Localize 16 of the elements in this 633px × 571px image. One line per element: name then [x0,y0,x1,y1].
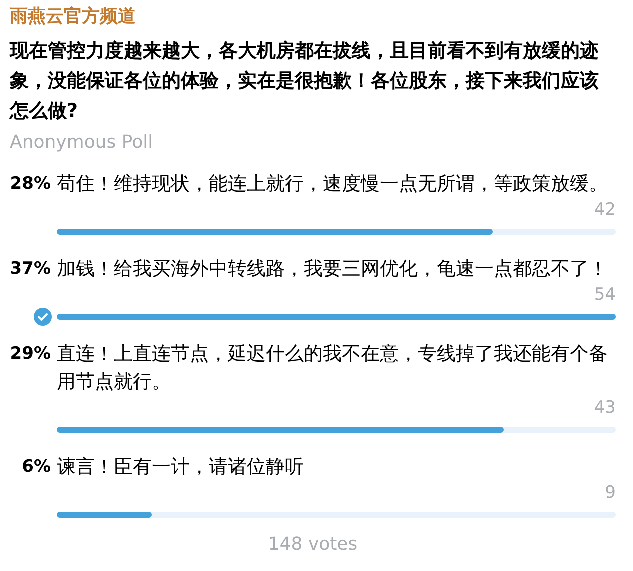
option-text: 加钱！给我买海外中转线路，我要三网优化，龟速一点都忍不了！ [57,257,609,282]
option-text: 苟住！维持现状，能连上就行，速度慢一点无所谓，等政策放缓。 [57,172,609,197]
vote-count: 54 [594,284,616,307]
vote-count: 9 [605,482,616,505]
percent-label: 37% [10,258,51,281]
vote-count: 42 [594,199,616,222]
option-text: 直连！上直连节点，延迟什么的我不在意，专线掉了我还能有个备用节点就行。 [57,342,609,395]
poll-question: 现在管控力度越来越大，各大机房都在拔线，且目前看不到有放缓的迹象，没能保证各位的体验，实在是很抱歉！各位股东，接下来我们应该怎么做? [10,39,600,124]
poll-type: Anonymous Poll [10,131,154,155]
total-votes: 148 votes [267,534,359,555]
percent-label: 6% [21,456,51,479]
vote-count: 43 [594,397,616,420]
percent-label: 28% [10,173,51,196]
channel-title: 雨燕云官方频道 [10,5,137,29]
percent-label: 29% [10,343,51,366]
option-text: 谏言！臣有一计，请诸位静听 [57,455,305,480]
